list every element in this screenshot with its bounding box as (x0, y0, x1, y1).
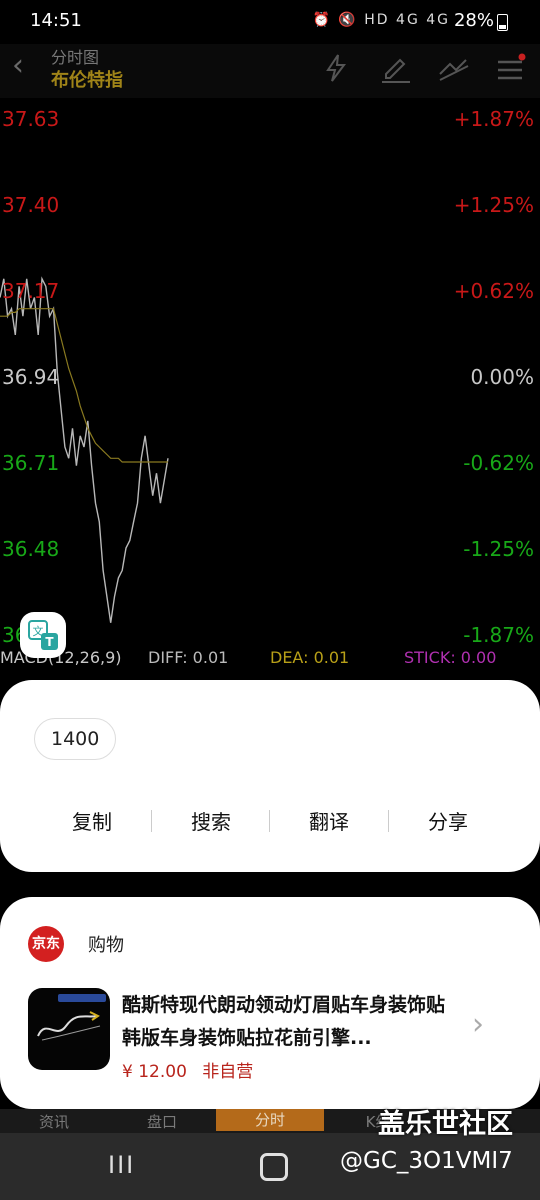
trend-lines-icon[interactable] (436, 52, 472, 84)
svg-text:T: T (45, 635, 54, 649)
percent-tick: 0.00% (470, 365, 534, 389)
recent-apps-icon[interactable]: III (108, 1151, 135, 1179)
percent-tick: +1.87% (453, 107, 534, 131)
status-icons: ⏰ 🔇 HD 4G 4G (312, 12, 450, 28)
price-tick: 36.48 (2, 537, 60, 561)
product-image (37, 994, 106, 1041)
price-tick: 36.71 (2, 451, 60, 475)
header-subtitle: 分时图 (51, 48, 100, 67)
price-tick: 36.94 (2, 365, 60, 389)
price-tick: 37.63 (2, 107, 60, 131)
macd-stick: STICK: 0.00 (404, 648, 497, 667)
selection-card: 1400 复制 搜索 翻译 分享 (0, 680, 540, 872)
battery-percent: 28% (453, 10, 494, 31)
percent-tick: +1.25% (453, 193, 534, 217)
selected-text-chip[interactable]: 1400 (34, 718, 117, 760)
battery-icon (497, 14, 508, 31)
status-bar: 14:51 ⏰ 🔇 HD 4G 4G 28% (0, 0, 540, 44)
price-row: ¥ 12.00 非自营 (122, 1057, 253, 1082)
product-title[interactable]: 酷斯特现代朗动领动灯眉贴车身装饰贴 韩版车身装饰贴拉花前引擎... (122, 989, 452, 1055)
product-thumbnail[interactable] (28, 988, 110, 1070)
header-title: 布伦特指 (51, 70, 123, 91)
app-header: ‹ 分时图 布伦特指 (0, 44, 540, 98)
intraday-chart[interactable]: 37.63 37.40 37.17 36.94 36.71 36.48 36.2… (0, 98, 540, 680)
percent-tick: +0.62% (453, 279, 534, 303)
search-button[interactable]: 搜索 (152, 806, 270, 835)
product-price: ¥ 12.00 (122, 1062, 187, 1082)
translate-icon: 文 T (28, 620, 58, 650)
price-tick: 37.17 (2, 279, 60, 303)
watermark-title: 盖乐世社区 (378, 1109, 513, 1140)
translate-action-button[interactable]: 翻译 (270, 806, 388, 835)
lightning-icon[interactable] (318, 52, 354, 84)
jd-logo-icon: 京东 (28, 926, 64, 962)
chart-canvas (0, 276, 169, 623)
copy-button[interactable]: 复制 (33, 806, 151, 835)
macd-diff: DIFF: 0.01 (148, 648, 229, 667)
chevron-right-icon[interactable]: › (472, 1007, 484, 1042)
macd-dea: DEA: 0.01 (270, 648, 350, 667)
share-button[interactable]: 分享 (389, 806, 507, 835)
seller-type: 非自营 (202, 1062, 254, 1082)
percent-tick: -1.87% (463, 623, 534, 647)
tab-orderbook[interactable]: 盘口 (108, 1111, 216, 1132)
tab-news[interactable]: 资讯 (0, 1111, 108, 1132)
percent-tick: -1.25% (463, 537, 534, 561)
shopping-label: 购物 (88, 935, 124, 956)
price-tick: 37.40 (2, 193, 60, 217)
back-icon[interactable]: ‹ (12, 48, 24, 83)
tab-intraday[interactable]: 分时 (216, 1109, 324, 1131)
translate-button[interactable]: 文 T (20, 612, 66, 658)
menu-icon[interactable] (494, 52, 530, 84)
pen-icon[interactable] (378, 52, 414, 84)
status-time: 14:51 (30, 10, 82, 31)
watermark-handle: @GC_3O1VMI7 (340, 1148, 513, 1174)
home-icon[interactable] (260, 1153, 288, 1181)
percent-tick: -0.62% (463, 451, 534, 475)
shopping-card[interactable]: 京东 购物 酷斯特现代朗动领动灯眉贴车身装饰贴 韩版车身装饰贴拉花前引擎... … (0, 897, 540, 1109)
